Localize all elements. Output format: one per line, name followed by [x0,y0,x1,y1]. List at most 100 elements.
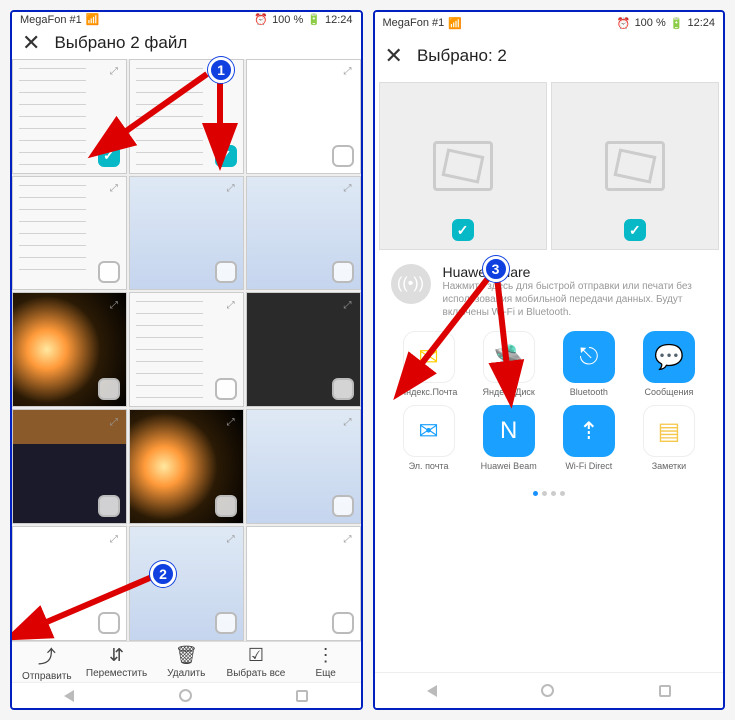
action-label: Отправить [22,671,72,682]
checkbox-off-icon[interactable] [98,612,120,634]
gallery-grid[interactable]: 1 2 [12,59,361,641]
huawei-share-row[interactable]: ((•)) Huawei Share Нажмите здесь для быс… [391,264,708,319]
checkbox-off-icon[interactable] [332,612,354,634]
nav-home-icon[interactable] [179,689,192,702]
expand-icon [340,181,356,197]
gallery-thumb[interactable] [246,292,361,407]
share-target[interactable]: ▤Заметки [631,405,707,471]
gallery-thumb[interactable] [12,409,127,524]
expand-icon [106,64,122,80]
gallery-thumb[interactable] [129,176,244,291]
action-label: Выбрать все [227,668,286,679]
checkbox-on-icon[interactable] [624,219,646,241]
checkbox-off-icon[interactable] [215,612,237,634]
battery-icon: 🔋 [307,13,321,26]
share-sheet: ((•)) Huawei Share Нажмите здесь для быс… [375,254,724,672]
gallery-thumb[interactable] [246,409,361,524]
annotation-bubble-2: 2 [150,561,176,587]
share-target[interactable]: ⇡ Wi-Fi Direct [551,405,627,471]
huawei-share-desc: Нажмите здесь для быстрой отправки или п… [443,280,708,319]
expand-icon [223,531,239,547]
checkbox-off-icon[interactable] [332,495,354,517]
checkbox-off-icon[interactable] [332,378,354,400]
share-app-icon: ▤ [643,405,695,457]
image-placeholder-icon [605,141,665,191]
battery-label: 100 % [272,14,303,26]
expand-icon [340,414,356,430]
share-app-icon: ⇡ [563,405,615,457]
selection-header: ✕ Выбрано: 2 [375,34,724,78]
expand-icon [340,297,356,313]
checkbox-off-icon[interactable] [98,378,120,400]
share-target[interactable]: ✉Эл. почта [391,405,467,471]
gallery-thumb[interactable] [12,176,127,291]
nav-home-icon[interactable] [541,684,554,697]
gallery-thumb[interactable] [246,59,361,174]
checkbox-on-icon[interactable] [98,145,120,167]
checkbox-off-icon[interactable] [332,261,354,283]
statusbar: MegaFon #1 📶 ⏰ 100 % 🔋 12:24 [375,12,724,34]
expand-icon [223,297,239,313]
share-target[interactable]: 💬Сообщения [631,331,707,397]
alarm-icon: ⏰ [617,17,631,30]
checkbox-off-icon[interactable] [215,495,237,517]
gallery-thumb[interactable] [129,409,244,524]
nav-recent-icon[interactable] [659,685,671,697]
dot-icon [542,491,547,496]
expand-icon [106,414,122,430]
share-app-label: Сообщения [645,387,694,397]
action-label: Удалить [167,668,205,679]
battery-icon: 🔋 [670,17,684,30]
gallery-thumb[interactable] [12,526,127,641]
gallery-thumb[interactable] [12,59,127,174]
select-all-button[interactable]: ☑Выбрать все [221,642,291,682]
preview-thumb[interactable] [551,82,719,250]
share-app-label: Huawei Beam [481,461,537,471]
delete-button[interactable]: 🗑Удалить [151,642,221,682]
gallery-thumb[interactable] [129,292,244,407]
selection-header: ✕ Выбрано 2 файл [12,28,361,59]
close-icon[interactable]: ✕ [385,43,403,69]
header-title: Выбрано 2 файл [54,33,187,53]
battery-label: 100 % [635,17,666,29]
share-target[interactable]: N Huawei Beam [471,405,547,471]
share-target[interactable]: ✉Яндекс.Почта [391,331,467,397]
nav-recent-icon[interactable] [296,690,308,702]
close-icon[interactable]: ✕ [22,30,40,56]
checkbox-off-icon[interactable] [215,261,237,283]
header-title: Выбрано: 2 [417,46,507,66]
checkbox-off-icon[interactable] [332,145,354,167]
gallery-thumb[interactable] [12,292,127,407]
dot-icon [560,491,565,496]
checkbox-off-icon[interactable] [98,261,120,283]
gallery-thumb[interactable] [246,176,361,291]
checkbox-off-icon[interactable] [98,495,120,517]
more-button[interactable]: ⋮Еще [291,642,361,682]
expand-icon [340,531,356,547]
expand-icon [106,531,122,547]
share-button[interactable]: ⤴Отправить [12,642,82,682]
share-app-label: Яндекс.Диск [483,387,535,397]
gallery-thumb[interactable] [129,526,244,641]
expand-icon [106,297,122,313]
annotation-bubble-1: 1 [208,57,234,83]
share-target[interactable]: ⎋Bluetooth [551,331,627,397]
checkbox-on-icon[interactable] [215,145,237,167]
expand-icon [340,64,356,80]
move-button[interactable]: ⇵Переместить [82,642,152,682]
share-target[interactable]: 🛸Яндекс.Диск [471,331,547,397]
share-app-icon: N [483,405,535,457]
checkbox-off-icon[interactable] [215,378,237,400]
gallery-thumb[interactable] [246,526,361,641]
nav-back-icon[interactable] [427,685,437,697]
alarm-icon: ⏰ [254,13,268,26]
more-icon: ⋮ [317,645,335,666]
checkbox-on-icon[interactable] [452,219,474,241]
time-label: 12:24 [687,17,715,29]
preview-thumb[interactable] [379,82,547,250]
move-icon: ⇵ [109,645,124,666]
phone-left: MegaFon #1 📶 ⏰ 100 % 🔋 12:24 ✕ Выбрано 2… [10,10,363,710]
share-targets-grid: ✉Яндекс.Почта🛸Яндекс.Диск⎋Bluetooth💬Сооб… [391,331,708,471]
share-app-label: Wi-Fi Direct [565,461,612,471]
nav-back-icon[interactable] [64,690,74,702]
